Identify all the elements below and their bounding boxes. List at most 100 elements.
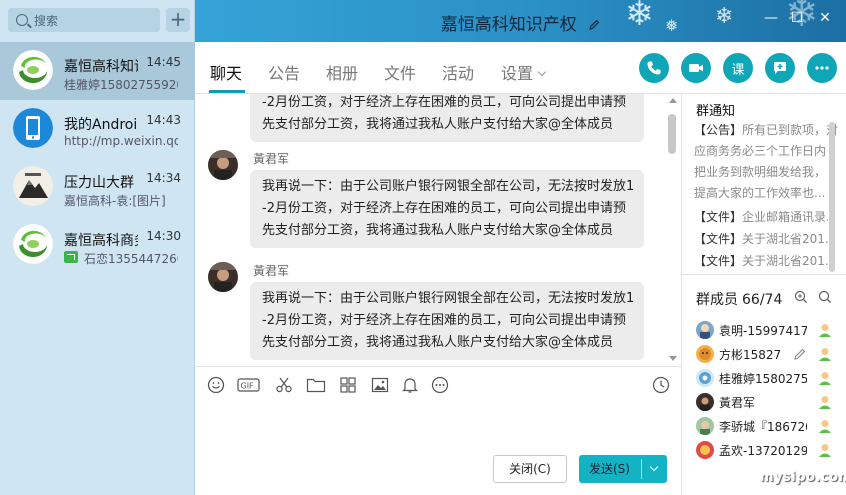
avatar: [696, 393, 714, 411]
tab-activity[interactable]: 活动: [442, 60, 474, 84]
announcement[interactable]: 【公告】所有已到款项，对 应商务务必三个工作日内 把业务到款明细发给我， 提高大…: [694, 120, 842, 204]
member-item[interactable]: 孟欢-13720129: [694, 438, 844, 462]
member-item[interactable]: 黃君军: [694, 390, 844, 414]
favorites-icon[interactable]: [339, 376, 359, 394]
tab-album[interactable]: 相册: [326, 60, 358, 84]
message-line: -2月份工资，对于经济上存在困难的员工，可向公司提出申请预: [262, 95, 626, 110]
avatar: [696, 321, 714, 339]
member-role-icon: [817, 346, 833, 362]
tab-settings[interactable]: 设置: [501, 60, 547, 84]
gif-icon[interactable]: GIF: [237, 376, 261, 394]
notice-title: 群通知: [696, 104, 736, 119]
file-item[interactable]: 【文件】关于湖北省201...: [694, 250, 828, 272]
close-button[interactable]: 关闭(C): [493, 455, 567, 483]
avatar[interactable]: [208, 150, 238, 180]
session-item[interactable]: 压力山大群 14:34 嘉恒高科-袁:[图片]: [0, 158, 195, 216]
session-item[interactable]: 嘉恒高科商务 14:30 石恋13554472600: [0, 216, 195, 274]
image-icon[interactable]: [371, 376, 391, 394]
member-list: 袁明-15997417800 方彬15827 桂雅婷15802755920 黃君…: [694, 318, 844, 462]
mountain-avatar: [13, 166, 53, 206]
video-camera-icon: [689, 64, 703, 72]
members-count: 66/74: [742, 292, 783, 308]
forward-icon: [64, 251, 78, 263]
notice-scrollbar[interactable]: [829, 122, 835, 272]
message-line: -2月份工资，对于经济上存在困难的员工，可向公司提出申请预: [262, 201, 626, 216]
group-logo-avatar: [13, 224, 53, 264]
member-item[interactable]: 李骄城『18672088』: [694, 414, 844, 438]
phone-icon: [647, 61, 661, 75]
member-role-icon: [817, 394, 833, 410]
member-name: 桂雅婷15802755920: [719, 372, 807, 386]
group-name: 嘉恒高科知识产权: [440, 15, 577, 35]
file-list: 【文件】企业邮箱通讯录... 【文件】关于湖北省201... 【文件】关于湖北省…: [694, 206, 828, 272]
session-item[interactable]: 我的Android手机 14:43 http://mp.weixin.qq.co…: [0, 100, 195, 158]
session-time: 14:34: [146, 171, 181, 185]
edit-pencil-icon[interactable]: [793, 347, 807, 361]
add-button[interactable]: +: [166, 8, 190, 32]
tab-bar: 聊天 公告 相册 文件 活动 设置 课: [195, 42, 846, 94]
folder-icon[interactable]: [306, 376, 326, 394]
message-bubble[interactable]: -2月份工资，对于经济上存在困难的员工，可向公司提出申请预 先支付部分工资，我将…: [250, 94, 644, 142]
avatar[interactable]: [208, 262, 238, 292]
scissors-icon[interactable]: [275, 376, 295, 394]
session-preview: http://mp.weixin.qq.com: [64, 134, 178, 148]
minimize-button[interactable]: —: [763, 10, 779, 26]
bell-icon[interactable]: [401, 376, 421, 394]
sender-name: 黃君军: [253, 264, 290, 278]
scroll-up-arrow-icon[interactable]: [669, 98, 677, 103]
tab-chat[interactable]: 聊天: [210, 60, 242, 84]
member-search-icon[interactable]: [818, 290, 832, 304]
search-icon: [16, 14, 28, 26]
chevron-down-icon: [537, 67, 547, 77]
add-app-button[interactable]: [765, 53, 795, 83]
member-name: 李骄城『18672088』: [719, 420, 807, 434]
group-info-panel: 群通知 【公告】所有已到款项，对 应商务务必三个工作日内 把业务到款明细发给我，…: [681, 94, 846, 495]
message-bubble[interactable]: 我再说一下：由于公司账户银行网银全部在公司，无法按时发放1 -2月份工资，对于经…: [250, 170, 644, 248]
chat-scrollbar[interactable]: [668, 114, 676, 154]
video-call-button[interactable]: [681, 53, 711, 83]
more-options-icon[interactable]: [431, 376, 451, 394]
session-item[interactable]: 嘉恒高科知识产权 14:45 桂雅婷15802755920: [0, 42, 195, 100]
tab-announcement[interactable]: 公告: [268, 60, 300, 84]
watermark: mysipo.com: [760, 470, 846, 485]
session-name: 嘉恒高科商务: [64, 233, 138, 249]
active-tab-indicator: [209, 90, 245, 93]
member-name: 孟欢-13720129: [719, 444, 807, 458]
more-dots-icon: [815, 66, 829, 70]
search-input[interactable]: 搜索: [8, 8, 160, 32]
message-bubble[interactable]: 我再说一下：由于公司账户银行网银全部在公司，无法按时发放1 -2月份工资，对于经…: [250, 282, 644, 360]
member-name: 黃君军: [719, 396, 756, 410]
member-item[interactable]: 袁明-15997417800: [694, 318, 844, 342]
edit-pencil-icon[interactable]: [588, 16, 600, 30]
session-name: 压力山大群: [64, 175, 134, 191]
maximize-button[interactable]: ☐: [789, 10, 805, 26]
member-item[interactable]: 方彬15827: [694, 342, 844, 366]
tab-files[interactable]: 文件: [384, 60, 416, 84]
chat-history[interactable]: -2月份工资，对于经济上存在困难的员工，可向公司提出申请预 先支付部分工资，我将…: [195, 94, 681, 366]
chevron-down-icon[interactable]: [649, 462, 659, 472]
group-logo-avatar: [13, 50, 53, 90]
member-role-icon: [817, 418, 833, 434]
class-button[interactable]: 课: [723, 53, 753, 83]
send-button[interactable]: 发送(S): [579, 455, 667, 483]
history-clock-icon[interactable]: [652, 376, 672, 394]
file-item[interactable]: 【文件】关于湖北省201...: [694, 228, 828, 250]
session-preview: 桂雅婷15802755920: [64, 78, 178, 92]
avatar: [696, 345, 714, 363]
members-title: 群成员 66/74: [696, 289, 782, 309]
message-line: 先支付部分工资，我将通过我私人账户支付给大家@全体成员: [262, 223, 614, 238]
phone-call-button[interactable]: [639, 53, 669, 83]
member-item[interactable]: 桂雅婷15802755920: [694, 366, 844, 390]
scroll-down-arrow-icon[interactable]: [669, 356, 677, 361]
file-tag: 【文件】: [694, 254, 743, 268]
window-title: 嘉恒高科知识产权: [195, 10, 846, 35]
emoji-icon[interactable]: [207, 376, 227, 394]
more-button[interactable]: [807, 53, 837, 83]
message-input-area[interactable]: GIF 关闭(C) 发送(S): [195, 366, 681, 495]
member-locate-icon[interactable]: [794, 290, 808, 304]
member-role-icon: [817, 370, 833, 386]
tab-settings-label: 设置: [501, 64, 534, 83]
close-window-button[interactable]: ✕: [817, 10, 833, 26]
file-item[interactable]: 【文件】企业邮箱通讯录...: [694, 206, 828, 228]
message-line: -2月份工资，对于经济上存在困难的员工，可向公司提出申请预: [262, 313, 626, 328]
